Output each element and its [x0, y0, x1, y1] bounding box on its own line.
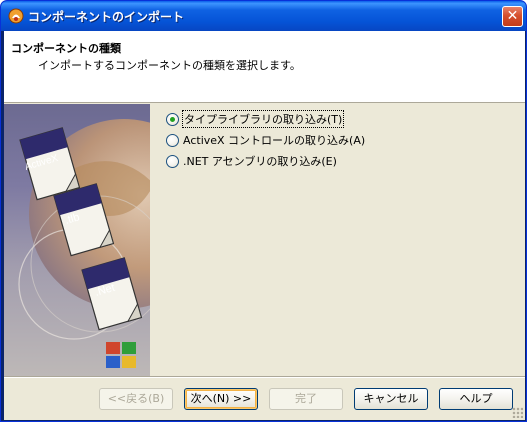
close-icon: ✕	[506, 8, 519, 24]
wizard-header: コンポーネントの種類 インポートするコンポーネントの種類を選択します。	[4, 31, 525, 103]
radio-net-assembly[interactable]	[166, 154, 179, 168]
resize-grip-icon[interactable]	[512, 407, 523, 418]
title-bar[interactable]: コンポーネントのインポート ✕	[1, 1, 526, 31]
cancel-button[interactable]: キャンセル	[354, 388, 428, 410]
footer-divider	[4, 376, 525, 378]
page-subtitle: インポートするコンポーネントの種類を選択します。	[38, 59, 301, 72]
option-activex-control-label[interactable]: ActiveX コントロールの取り込み(A)	[183, 132, 365, 148]
import-component-dialog: コンポーネントのインポート ✕ コンポーネントの種類 インポートするコンポーネン…	[0, 0, 527, 422]
radio-type-library[interactable]	[166, 112, 179, 126]
logo-icon	[106, 342, 136, 368]
option-net-assembly-label[interactable]: .NET アセンブリの取り込み(E)	[183, 153, 337, 169]
next-button[interactable]: 次へ(N) >>	[184, 388, 258, 410]
app-icon	[8, 8, 24, 24]
option-activex-control[interactable]: ActiveX コントロールの取り込み(A)	[166, 132, 365, 148]
window-title: コンポーネントのインポート	[28, 10, 185, 24]
help-button[interactable]: ヘルプ	[439, 388, 513, 410]
page-title: コンポーネントの種類	[11, 42, 121, 55]
component-illustration: ActiveX .tlb .Net	[18, 119, 150, 368]
wizard-side-image: ActiveX .tlb .Net	[4, 104, 150, 376]
dialog-client-area: コンポーネントの種類 インポートするコンポーネントの種類を選択します。 Acti…	[4, 31, 525, 420]
radio-activex-control[interactable]	[166, 133, 179, 147]
option-type-library[interactable]: タイプライブラリの取り込み(T)	[166, 110, 345, 128]
option-net-assembly[interactable]: .NET アセンブリの取り込み(E)	[166, 153, 337, 169]
option-type-library-label[interactable]: タイプライブラリの取り込み(T)	[181, 110, 345, 128]
back-button[interactable]: <<戻る(B)	[99, 388, 173, 410]
close-button[interactable]: ✕	[502, 6, 523, 27]
finish-button[interactable]: 完了	[269, 388, 343, 410]
